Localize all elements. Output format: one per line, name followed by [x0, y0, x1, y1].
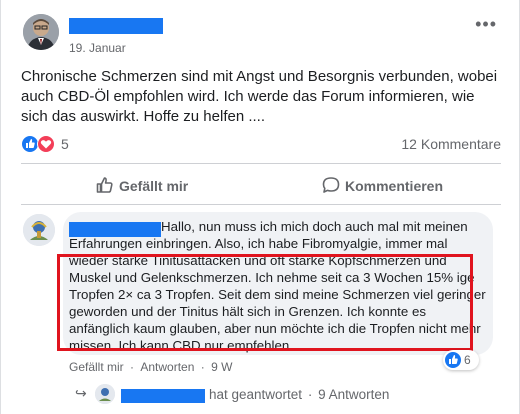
replies-text[interactable]: hat geantwortet · 9 Antworten: [209, 387, 389, 402]
reaction-summary[interactable]: 5 12 Kommentare: [21, 134, 501, 154]
reaction-count: 5: [61, 136, 69, 152]
like-icon: [445, 352, 461, 368]
reply-arrow-icon: ↪: [75, 385, 87, 401]
author-avatar[interactable]: [23, 14, 59, 50]
post-text: Chronische Schmerzen sind mit Angst und …: [21, 68, 498, 125]
comment-actions: Gefällt mir · Antworten · 9 W: [69, 360, 232, 374]
more-options-icon[interactable]: •••: [475, 15, 497, 33]
comment-bubble-icon: [322, 177, 340, 193]
separator: ·: [307, 387, 313, 402]
like-button[interactable]: Gefällt mir: [95, 173, 205, 199]
comment-button-label: Kommentieren: [345, 178, 444, 194]
like-button-label: Gefällt mir: [119, 178, 189, 194]
replies-count-label: 9 Antworten: [318, 387, 390, 402]
separator: ·: [200, 360, 205, 374]
author-name-redacted[interactable]: [69, 18, 163, 34]
replier-avatar[interactable]: [95, 384, 115, 404]
separator: ·: [130, 360, 135, 374]
thumbs-up-icon: [96, 177, 113, 193]
comment-like-link[interactable]: Gefällt mir: [69, 360, 124, 374]
highlight-box: [57, 254, 473, 351]
replier-name-redacted[interactable]: [121, 389, 205, 403]
divider-top: [21, 163, 501, 164]
comment-reply-link[interactable]: Antworten: [140, 360, 194, 374]
comments-count[interactable]: 12 Kommentare: [401, 136, 501, 152]
comment-age[interactable]: 9 W: [211, 360, 232, 374]
commenter-avatar[interactable]: [23, 214, 55, 246]
divider-bottom: [21, 204, 501, 205]
answered-label: hat geantwortet: [209, 387, 303, 402]
post-date[interactable]: 19. Januar: [69, 41, 126, 55]
comment-reaction-count: 6: [464, 353, 471, 367]
comment-reaction-summary[interactable]: 6: [443, 350, 479, 370]
comment-button[interactable]: Kommentieren: [321, 173, 451, 199]
post-card: 19. Januar ••• Chronische Schmerzen sind…: [0, 0, 520, 414]
love-icon: [37, 135, 55, 153]
